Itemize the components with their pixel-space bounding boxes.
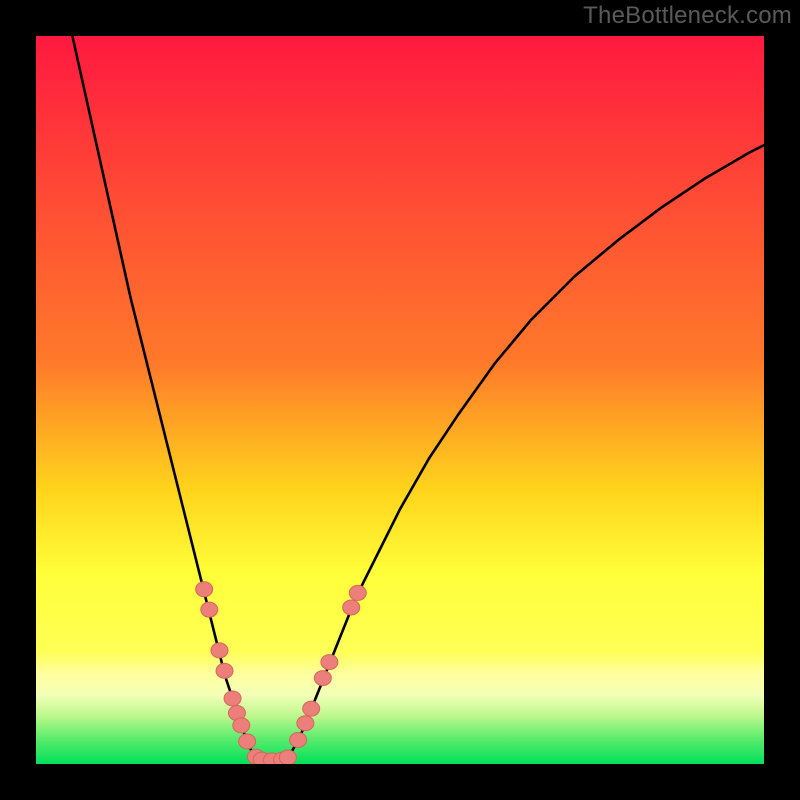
data-marker	[343, 600, 360, 615]
data-marker	[233, 718, 250, 733]
gradient-bg	[36, 36, 764, 764]
data-marker	[303, 701, 320, 716]
data-marker	[211, 643, 228, 658]
data-marker	[216, 663, 233, 678]
chart-frame: TheBottleneck.com	[0, 0, 800, 800]
data-marker	[321, 655, 338, 670]
data-marker	[314, 671, 331, 686]
plot-area	[36, 36, 764, 764]
data-marker	[224, 691, 241, 706]
data-marker	[349, 585, 366, 600]
watermark-text: TheBottleneck.com	[583, 2, 792, 30]
data-marker	[279, 750, 296, 764]
data-marker	[297, 716, 314, 731]
data-marker	[239, 734, 256, 749]
data-marker	[290, 732, 307, 747]
data-marker	[196, 582, 213, 597]
data-marker	[201, 602, 218, 617]
chart-svg	[36, 36, 764, 764]
